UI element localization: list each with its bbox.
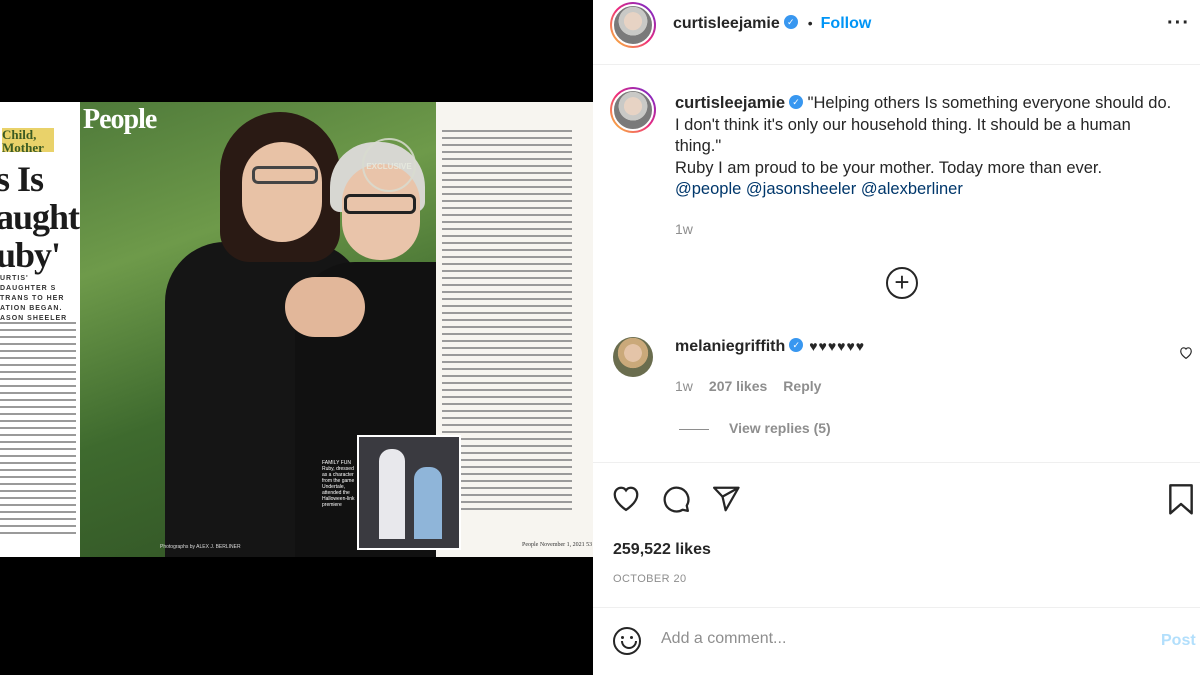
comment-input[interactable] [661,630,1121,648]
exclusive-seal: EXCLUSIVE [362,138,416,192]
likes-count[interactable]: 259,522 likes [613,541,711,559]
hands-shape [285,277,365,337]
separator-dot: • [807,15,813,31]
view-replies-button[interactable]: View replies (5) [679,420,831,436]
verified-badge-icon: ✓ [789,94,804,109]
replies-divider [679,428,709,430]
share-icon[interactable] [711,484,741,519]
reply-button[interactable]: Reply [783,378,821,394]
post-panel: curtisleejamie ✓ • Follow ··· curtisleejami… [593,0,1200,675]
add-circle-icon[interactable]: + [886,267,918,299]
caption-author-username[interactable]: curtisleejamie [675,94,785,112]
glasses-shape [252,166,318,184]
caption-timestamp[interactable]: 1w [675,221,693,237]
bookmark-icon[interactable] [1167,484,1195,521]
comment: melaniegriffith ✓ ♥♥♥♥♥♥ [675,337,866,356]
magazine-kicker: Child, Mother [2,127,44,155]
magazine-subhead: URTIS' DAUGHTER S TRANS TO HER ATION BEG… [0,275,68,322]
inset-caption: FAMILY FUN Ruby, dressed as a character … [322,460,355,508]
magazine-footer: People November 1, 2021 53 [522,542,593,548]
divider [593,462,1200,463]
photo-credit: Photographs by ALEX J. BERLINER [160,544,241,550]
view-replies-label: View replies (5) [729,420,831,436]
follow-button[interactable]: Follow [821,15,872,32]
mention-link[interactable]: @people [675,180,741,198]
commenter-avatar[interactable] [613,337,653,377]
comment-like-heart-icon[interactable] [1179,346,1193,362]
author-avatar[interactable] [610,2,656,48]
magazine-body-text [0,322,76,539]
comment-meta: 1w 207 likes Reply [675,378,837,394]
comment-timestamp[interactable]: 1w [675,378,693,394]
people-logo: People [83,104,157,135]
comment-text: ♥♥♥♥♥♥ [809,338,866,354]
comment-likes[interactable]: 207 likes [709,378,767,394]
post-caption: curtisleejamie ✓ "Helping others Is somet… [675,93,1195,201]
magazine-left-column: Child, Mother s Is aughter uby' URTIS' D… [0,102,110,557]
commenter-username[interactable]: melaniegriffith [675,338,785,355]
post-media[interactable]: Child, Mother s Is aughter uby' URTIS' D… [0,0,593,675]
magazine-spread-image: Child, Mother s Is aughter uby' URTIS' D… [0,102,593,557]
caption-text: Ruby I am proud to be your mother. Today… [675,158,1103,177]
verified-badge-icon: ✓ [783,14,798,29]
author-username[interactable]: curtisleejamie [673,15,780,32]
magazine-interview-text [442,130,572,515]
post-date[interactable]: OCTOBER 20 [613,573,687,585]
heart-icon[interactable] [611,484,641,517]
post-header: curtisleejamie ✓ • Follow ··· [593,0,1200,65]
caption-author-avatar[interactable] [610,87,656,133]
header-user: curtisleejamie ✓ • Follow [673,14,872,33]
mention-link[interactable]: @alexberliner [861,180,963,198]
verified-badge-icon: ✓ [789,337,804,352]
more-options-icon[interactable]: ··· [1167,12,1190,35]
post-comment-button[interactable]: Post [1161,632,1196,650]
comment-icon[interactable] [661,484,691,519]
person-ruby-face [242,142,322,242]
caption-text: I don't think it's only our household th… [675,115,1131,134]
mention-link[interactable]: @jasonsheeler [746,180,856,198]
costume-figure [414,467,442,539]
costume-figure [379,449,405,539]
emoji-icon[interactable] [613,627,641,655]
caption-text: "Helping others Is something everyone sh… [807,94,1172,112]
add-comment-bar: Post [593,607,1200,675]
caption-text: thing." [675,137,722,155]
inset-halloween-photo [357,435,461,550]
glasses-shape [344,194,416,214]
